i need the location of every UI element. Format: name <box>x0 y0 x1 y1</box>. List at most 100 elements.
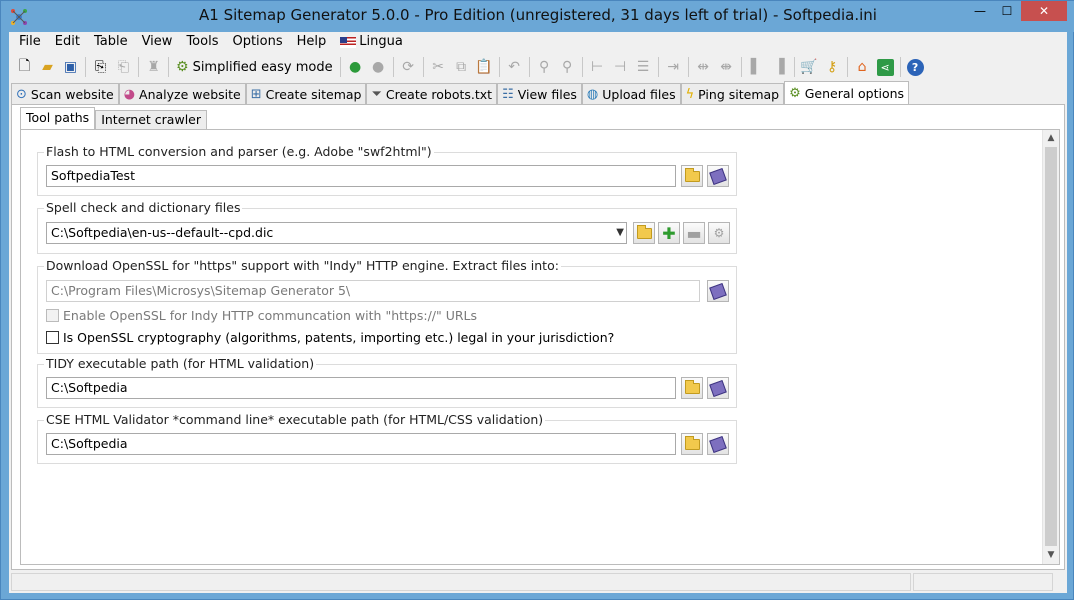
go-icon[interactable]: ● <box>344 56 367 79</box>
find-next-icon[interactable]: ⚲ <box>556 56 579 79</box>
undo-icon[interactable]: ↶ <box>503 56 526 79</box>
column-left-icon[interactable]: ▌ <box>745 56 768 79</box>
simplified-mode-button[interactable]: ⚙ Simplified easy mode <box>172 56 337 79</box>
flash-download-button[interactable] <box>707 165 729 187</box>
tab-analyze-website[interactable]: ◕ Analyze website <box>118 83 246 104</box>
simplified-mode-label: Simplified easy mode <box>192 59 333 75</box>
paste-project-icon[interactable]: ⎗ <box>112 56 135 79</box>
openssl-legal-option[interactable]: Is OpenSSL cryptography (algorithms, pat… <box>46 330 614 345</box>
enable-openssl-option[interactable]: Enable OpenSSL for Indy HTTP communcatio… <box>46 308 477 323</box>
menu-help[interactable]: Help <box>290 32 334 52</box>
cse-group: CSE HTML Validator *command line* execut… <box>37 412 737 464</box>
toolbar-separator <box>528 57 530 77</box>
bell-icon[interactable]: ♜ <box>142 56 165 79</box>
cut-icon[interactable]: ✂ <box>427 56 450 79</box>
menu-table[interactable]: Table <box>87 32 135 52</box>
tidy-path-input[interactable]: C:\Softpedia <box>46 377 676 399</box>
tab-label: View files <box>517 86 577 102</box>
new-file-icon[interactable]: 🗋 <box>13 56 36 79</box>
flash-path-input[interactable]: SoftpediaTest <box>46 165 676 187</box>
spell-add-button[interactable]: ✚ <box>658 222 680 244</box>
tree-list-icon[interactable]: ☰ <box>632 56 655 79</box>
maximize-button[interactable]: ☐ <box>994 1 1020 21</box>
share-icon[interactable]: ⋖ <box>876 58 894 76</box>
title-bar[interactable]: A1 Sitemap Generator 5.0.0 - Pro Edition… <box>1 1 1074 32</box>
package-icon <box>709 282 727 300</box>
bolt-icon: ϟ <box>685 86 695 102</box>
toolbar-separator <box>899 57 901 77</box>
key-icon[interactable]: ⚷ <box>821 56 844 79</box>
enable-openssl-label: Enable OpenSSL for Indy HTTP communcatio… <box>63 308 478 323</box>
tab-upload-files[interactable]: ◍ Upload files <box>581 83 681 104</box>
toolbar: 🗋 ▰ ▣ ⎘ ⎗ ♜ ⚙ Simplified easy mode ● ● ⟳… <box>9 54 1067 80</box>
minimize-button[interactable]: — <box>967 1 993 21</box>
stop-icon[interactable]: ● <box>367 56 390 79</box>
vertical-scrollbar[interactable]: ▲ ▼ <box>1042 130 1059 564</box>
subtab-tool-paths[interactable]: Tool paths <box>20 107 96 129</box>
list-icon: ☷ <box>502 86 514 102</box>
tab-create-sitemap[interactable]: ⊞ Create sitemap <box>245 83 367 104</box>
tree-collapse-icon[interactable]: ⊣ <box>609 56 632 79</box>
menu-tools[interactable]: Tools <box>179 32 225 52</box>
folder-icon <box>684 379 700 394</box>
tab-create-robots[interactable]: ⏷ Create robots.txt <box>366 83 498 104</box>
spell-settings-button[interactable]: ⚙ <box>708 222 730 244</box>
copy-project-icon[interactable]: ⎘ <box>89 56 112 79</box>
tab-scan-website[interactable]: ⊙ Scan website <box>11 83 119 104</box>
flash-browse-button[interactable] <box>681 165 703 187</box>
toolbar-separator <box>793 57 795 77</box>
scroll-up-icon[interactable]: ▲ <box>1043 130 1059 147</box>
toolbar-separator <box>85 57 86 77</box>
gears-icon: ⚙ <box>176 59 189 75</box>
merge-icon[interactable]: ⇼ <box>715 56 738 79</box>
home-icon[interactable]: ⌂ <box>851 56 874 79</box>
help-icon[interactable]: ? <box>906 58 924 76</box>
cse-download-button[interactable] <box>707 433 729 455</box>
package-icon <box>709 167 727 185</box>
spell-group: Spell check and dictionary files C:\Soft… <box>37 200 737 254</box>
menu-lingua-label: Lingua <box>359 34 403 49</box>
scrollbar-thumb[interactable] <box>1045 147 1057 546</box>
tidy-download-button[interactable] <box>707 377 729 399</box>
open-folder-icon[interactable]: ▰ <box>36 56 59 79</box>
tree-expand-icon[interactable]: ⊢ <box>586 56 609 79</box>
menu-view[interactable]: View <box>135 32 180 52</box>
spell-browse-button[interactable] <box>633 222 655 244</box>
window-title: A1 Sitemap Generator 5.0.0 - Pro Edition… <box>199 6 877 24</box>
menu-edit[interactable]: Edit <box>48 32 87 52</box>
menu-lingua[interactable]: Lingua <box>333 32 410 52</box>
openssl-path-input[interactable]: C:\Program Files\Microsys\Sitemap Genera… <box>46 280 700 302</box>
tab-general-options[interactable]: ⚙ General options <box>784 81 910 104</box>
copy-icon[interactable]: ⧉ <box>450 56 473 79</box>
tidy-group-label: TIDY executable path (for HTML validatio… <box>44 356 317 371</box>
enable-openssl-checkbox[interactable] <box>46 309 59 322</box>
tab-view-files[interactable]: ☷ View files <box>497 83 582 104</box>
spell-dictionary-combo[interactable]: C:\Softpedia\en-us--default--cpd.dic ▼ <box>46 222 627 244</box>
paste-icon[interactable]: 📋 <box>473 56 496 79</box>
move-right-icon[interactable]: ⇥ <box>662 56 685 79</box>
scroll-down-icon[interactable]: ▼ <box>1043 547 1059 564</box>
folder-icon <box>636 224 652 239</box>
spell-remove-button[interactable]: ▬ <box>683 222 705 244</box>
openssl-legal-checkbox[interactable] <box>46 331 59 344</box>
cse-path-input[interactable]: C:\Softpedia <box>46 433 676 455</box>
close-button[interactable]: ✕ <box>1021 1 1067 21</box>
main-tabs: ⊙ Scan website ◕ Analyze website ⊞ Creat… <box>11 81 910 104</box>
cse-browse-button[interactable] <box>681 433 703 455</box>
cart-icon[interactable]: 🛒 <box>798 56 821 79</box>
flash-group-label: Flash to HTML conversion and parser (e.g… <box>44 144 434 159</box>
subtab-internet-crawler[interactable]: Internet crawler <box>95 110 207 129</box>
tidy-browse-button[interactable] <box>681 377 703 399</box>
status-bar <box>11 573 1065 591</box>
openssl-download-button[interactable] <box>707 280 729 302</box>
tab-ping-sitemap[interactable]: ϟ Ping sitemap <box>680 83 785 104</box>
menu-file[interactable]: File <box>12 32 48 52</box>
save-icon[interactable]: ▣ <box>59 56 82 79</box>
chevron-down-icon[interactable]: ▼ <box>616 223 624 243</box>
refresh-icon[interactable]: ⟳ <box>397 56 420 79</box>
column-right-icon[interactable]: ▐ <box>768 56 791 79</box>
menu-options[interactable]: Options <box>225 32 289 52</box>
find-icon[interactable]: ⚲ <box>533 56 556 79</box>
toolbar-separator <box>422 57 424 77</box>
split-icon[interactable]: ⇹ <box>692 56 715 79</box>
